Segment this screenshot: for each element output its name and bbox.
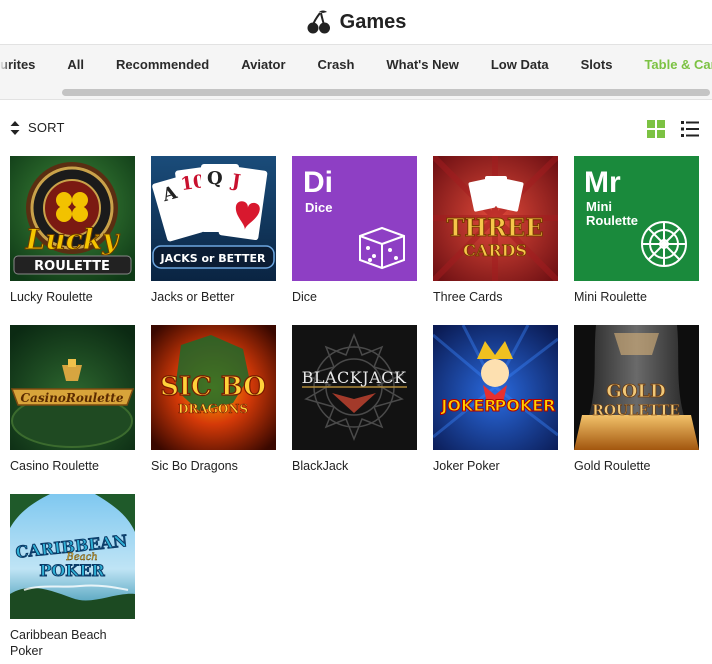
category-tabs: urites All Recommended Aviator Crash Wha… bbox=[0, 45, 712, 85]
art-text: JOKER bbox=[440, 396, 496, 415]
art-text: SIC BO bbox=[160, 372, 266, 402]
tab-slots[interactable]: Slots bbox=[565, 45, 629, 85]
game-thumbnail: Lucky ROULETTE bbox=[10, 156, 135, 281]
sort-label: SORT bbox=[28, 120, 65, 135]
game-thumbnail: BLACKJACK bbox=[292, 325, 417, 450]
game-thumbnail: CARIBBEAN Beach POKER bbox=[10, 494, 135, 619]
tab-whats-new[interactable]: What's New bbox=[370, 45, 474, 85]
art-text: JACKS or BETTER bbox=[160, 252, 266, 265]
tab-aviator[interactable]: Aviator bbox=[225, 45, 301, 85]
tabs-scrollbar[interactable] bbox=[62, 89, 710, 96]
game-card-three-cards[interactable]: THREE CARDS Three Cards bbox=[433, 156, 558, 305]
game-card-mini-roulette[interactable]: Mr Mini Roulette Mini Roulette bbox=[574, 156, 699, 305]
game-card-gold-roulette[interactable]: GOLD ROULETTE Gold Roulette bbox=[574, 325, 699, 474]
page-header: Games bbox=[0, 0, 712, 44]
art-text: Roulette bbox=[586, 213, 638, 228]
game-thumbnail: Mr Mini Roulette bbox=[574, 156, 699, 281]
game-title: BlackJack bbox=[292, 459, 349, 473]
art-text: POKER bbox=[495, 396, 556, 415]
game-thumbnail: CasinoRoulette bbox=[10, 325, 135, 450]
game-title: Mini Roulette bbox=[574, 290, 647, 304]
art-text: POKER bbox=[39, 561, 105, 580]
game-title: Gold Roulette bbox=[574, 459, 651, 473]
art-text: THREE bbox=[446, 213, 543, 242]
art-text: Lucky bbox=[25, 223, 120, 256]
art-text: GOLD bbox=[606, 381, 665, 402]
tab-recommended[interactable]: Recommended bbox=[100, 45, 225, 85]
game-title: Dice bbox=[292, 290, 318, 304]
tab-low-data[interactable]: Low Data bbox=[475, 45, 565, 85]
list-view-icon[interactable] bbox=[681, 120, 699, 138]
tabs-fade bbox=[0, 45, 10, 85]
game-card-blackjack[interactable]: BLACKJACK BlackJack bbox=[292, 325, 417, 474]
art-text: Q bbox=[207, 168, 223, 189]
game-title: Sic Bo Dragons bbox=[151, 459, 238, 473]
game-card-sic-bo-dragons[interactable]: SIC BO DRAGONS Sic Bo Dragons bbox=[151, 325, 276, 474]
game-card-casino-roulette[interactable]: CasinoRoulette Casino Roulette bbox=[10, 325, 135, 474]
game-thumbnail: SIC BO DRAGONS bbox=[151, 325, 276, 450]
game-card-lucky-roulette[interactable]: Lucky ROULETTE Lucky Roulette bbox=[10, 156, 135, 305]
game-thumbnail: THREE CARDS bbox=[433, 156, 558, 281]
art-text: CasinoRoulette bbox=[21, 391, 124, 405]
art-text: Mr bbox=[584, 166, 621, 199]
art-text: DRAGONS bbox=[178, 402, 248, 416]
game-thumbnail: A 10 Q J JACKS or BETTER bbox=[151, 156, 276, 281]
game-card-caribbean-beach-poker[interactable]: CARIBBEAN Beach POKER Caribbean Beach Po… bbox=[10, 494, 135, 659]
art-text: ROULETTE bbox=[592, 403, 680, 419]
game-title: Joker Poker bbox=[433, 459, 500, 473]
grid-view-icon[interactable] bbox=[647, 120, 665, 138]
art-text: Dice bbox=[305, 200, 332, 215]
tab-table-and-card[interactable]: Table & Card bbox=[628, 45, 712, 85]
art-text: ROULETTE bbox=[34, 259, 110, 274]
art-text: CARDS bbox=[463, 241, 527, 260]
game-card-jacks-or-better[interactable]: A 10 Q J JACKS or BETTER Jacks or Better bbox=[151, 156, 276, 305]
art-text: BLACKJACK bbox=[302, 368, 407, 387]
art-text: Di bbox=[303, 166, 333, 199]
game-title: Three Cards bbox=[433, 290, 503, 304]
sort-arrows-icon bbox=[10, 120, 20, 135]
tab-all[interactable]: All bbox=[51, 45, 100, 85]
game-card-joker-poker[interactable]: JOKER POKER Joker Poker bbox=[433, 325, 558, 474]
cherries-icon bbox=[307, 10, 330, 34]
tab-crash[interactable]: Crash bbox=[302, 45, 371, 85]
game-thumbnail: JOKER POKER bbox=[433, 325, 558, 450]
game-title: Casino Roulette bbox=[10, 459, 99, 473]
category-tabs-bar: urites All Recommended Aviator Crash Wha… bbox=[0, 44, 712, 100]
game-title: Lucky Roulette bbox=[10, 290, 93, 304]
game-title: Jacks or Better bbox=[151, 290, 235, 304]
art-text: Mini bbox=[586, 199, 612, 214]
game-card-dice[interactable]: Di Dice Dice bbox=[292, 156, 417, 305]
game-thumbnail: GOLD ROULETTE bbox=[574, 325, 699, 450]
page-title: Games bbox=[339, 10, 407, 33]
sort-button[interactable]: SORT bbox=[10, 120, 65, 135]
game-title: Caribbean Beach Poker bbox=[10, 628, 107, 658]
game-thumbnail: Di Dice bbox=[292, 156, 417, 281]
list-toolbar: SORT bbox=[0, 112, 712, 146]
